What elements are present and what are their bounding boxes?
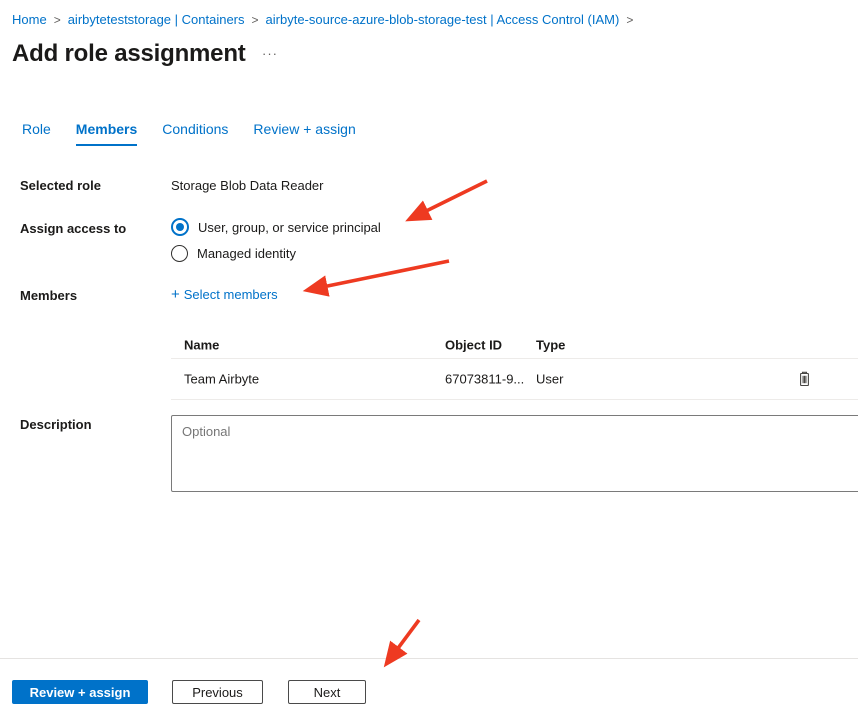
review-assign-button[interactable]: Review + assign [12,680,148,704]
breadcrumb-containers-link[interactable]: airbyteteststorage | Containers [68,12,245,27]
tab-review-assign[interactable]: Review + assign [253,121,355,146]
arrow-to-next-button [387,620,419,663]
breadcrumb-access-control-link[interactable]: airbyte-source-azure-blob-storage-test |… [266,12,620,27]
add-role-assignment-page: Home > airbyteteststorage | Containers >… [0,0,858,710]
tab-members[interactable]: Members [76,121,137,146]
radio-selected-icon [171,218,189,236]
trash-icon [797,371,812,387]
description-input[interactable] [171,415,858,492]
arrow-to-radio [410,181,487,219]
delete-member-button[interactable] [793,368,815,390]
members-label: Members [20,288,77,303]
plus-icon: + [171,288,180,301]
select-members-label: Select members [184,287,278,302]
description-label: Description [20,417,92,432]
selected-role-value: Storage Blob Data Reader [171,178,323,193]
radio-label: Managed identity [197,246,296,261]
previous-button[interactable]: Previous [172,680,263,704]
tab-bar: Role Members Conditions Review + assign [22,121,356,146]
radio-user-group-service-principal[interactable]: User, group, or service principal [171,218,381,236]
page-title: Add role assignment [12,40,246,68]
arrow-to-select-members [308,261,449,290]
breadcrumb-home-link[interactable]: Home [12,12,47,27]
members-table-header: Name Object ID Type [171,331,858,359]
footer-divider [0,658,858,659]
breadcrumb-separator: > [54,13,61,27]
radio-managed-identity[interactable]: Managed identity [171,245,296,262]
table-row: Team Airbyte 67073811-9... User [171,359,858,400]
radio-label: User, group, or service principal [198,220,381,235]
column-header-type: Type [536,337,565,352]
title-more-icon[interactable]: ··· [262,46,278,61]
select-members-link[interactable]: + Select members [171,287,278,302]
column-header-name: Name [184,337,219,352]
breadcrumb-separator: > [626,13,633,27]
member-type: User [536,372,563,387]
column-header-object-id: Object ID [445,337,502,352]
member-object-id: 67073811-9... [445,372,524,387]
breadcrumb: Home > airbyteteststorage | Containers >… [12,12,633,27]
tab-role[interactable]: Role [22,121,51,146]
radio-unselected-icon [171,245,188,262]
members-table: Name Object ID Type Team Airbyte 6707381… [171,331,858,400]
member-name: Team Airbyte [184,372,259,387]
breadcrumb-separator: > [252,13,259,27]
next-button[interactable]: Next [288,680,366,704]
tab-conditions[interactable]: Conditions [162,121,228,146]
assign-access-to-label: Assign access to [20,221,126,236]
selected-role-label: Selected role [20,178,101,193]
